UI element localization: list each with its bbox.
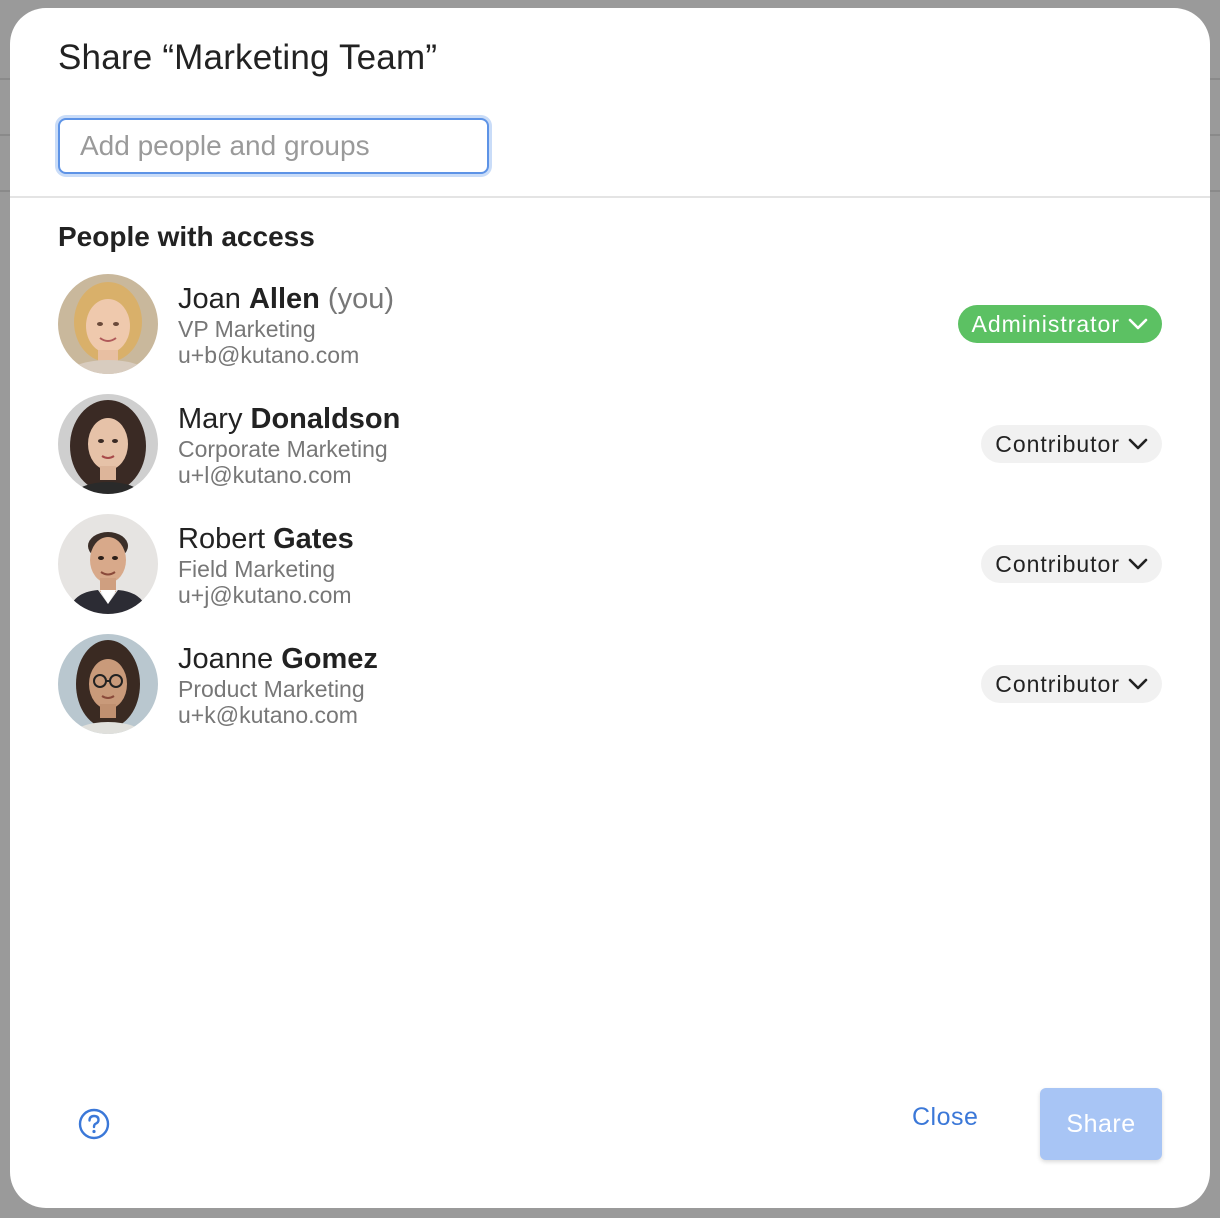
divider	[10, 196, 1210, 198]
person-row-robert-gates: Robert Gates Field Marketing u+j@kutano.…	[58, 514, 1162, 634]
share-dialog: Share “Marketing Team” People with acces…	[10, 8, 1210, 1208]
role-dropdown-contributor[interactable]: Contributor	[981, 425, 1162, 463]
person-name: Joanne Gomez	[178, 642, 378, 676]
person-row-mary-donaldson: Mary Donaldson Corporate Marketing u+l@k…	[58, 394, 1162, 514]
chevron-down-icon	[1128, 437, 1148, 451]
add-people-input[interactable]	[58, 118, 489, 174]
question-circle-icon[interactable]	[78, 1108, 110, 1140]
section-title: People with access	[58, 221, 315, 252]
person-email: u+b@kutano.com	[178, 342, 360, 368]
avatar	[58, 634, 158, 734]
last-name: Allen	[248, 283, 320, 315]
chevron-down-icon	[1128, 317, 1148, 331]
person-info: Joanne Gomez Product Marketing u+k@kutan…	[178, 642, 378, 728]
person-title: Corporate Marketing	[178, 436, 388, 462]
person-info: Robert Gates Field Marketing u+j@kutano.…	[178, 522, 354, 608]
chevron-down-icon	[1128, 677, 1148, 691]
person-row-joanne-gomez: Joanne Gomez Product Marketing u+k@kutan…	[58, 634, 1162, 754]
dialog-title: Share “Marketing Team”	[58, 38, 438, 77]
avatar	[58, 514, 158, 614]
person-title: Field Marketing	[178, 556, 336, 582]
avatar	[58, 274, 158, 374]
person-title: VP Marketing	[178, 316, 316, 342]
first-name: Mary	[178, 403, 243, 435]
role-label: Contributor	[995, 670, 1120, 697]
role-label: Contributor	[995, 430, 1120, 457]
first-name: Robert	[178, 523, 266, 555]
last-name: Donaldson	[250, 403, 401, 435]
last-name: Gomez	[281, 643, 378, 675]
first-name: Joanne	[178, 643, 274, 675]
people-list: Joan Allen (you) VP Marketing u+b@kutano…	[58, 274, 1162, 754]
person-name: Joan Allen (you)	[178, 282, 394, 316]
role-label: Contributor	[995, 550, 1120, 577]
person-name: Robert Gates	[178, 522, 354, 556]
close-button[interactable]: Close	[912, 1103, 978, 1132]
role-dropdown-contributor[interactable]: Contributor	[981, 545, 1162, 583]
role-dropdown-contributor[interactable]: Contributor	[981, 665, 1162, 703]
person-email: u+l@kutano.com	[178, 462, 352, 488]
you-label: (you)	[327, 283, 394, 315]
person-name: Mary Donaldson	[178, 402, 400, 436]
chevron-down-icon	[1128, 557, 1148, 571]
role-label: Administrator	[971, 310, 1120, 337]
last-name: Gates	[273, 523, 354, 555]
person-info: Mary Donaldson Corporate Marketing u+l@k…	[178, 402, 400, 488]
person-title: Product Marketing	[178, 676, 365, 702]
avatar	[58, 394, 158, 494]
share-button[interactable]: Share	[1040, 1088, 1162, 1160]
person-row-joan-allen: Joan Allen (you) VP Marketing u+b@kutano…	[58, 274, 1162, 394]
person-email: u+j@kutano.com	[178, 582, 352, 608]
person-email: u+k@kutano.com	[178, 702, 358, 728]
role-dropdown-administrator[interactable]: Administrator	[957, 305, 1162, 343]
person-info: Joan Allen (you) VP Marketing u+b@kutano…	[178, 282, 394, 368]
first-name: Joan	[178, 283, 241, 315]
